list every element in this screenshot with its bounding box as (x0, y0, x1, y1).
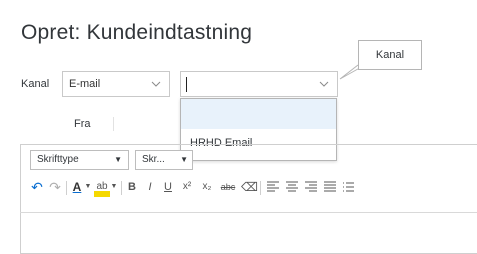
chevron-down-icon[interactable] (151, 77, 161, 93)
undo-icon[interactable]: ↶ (30, 177, 44, 197)
caret-down-icon: ▼ (114, 155, 122, 164)
fra-label: Fra (74, 118, 91, 130)
dropdown-item-empty[interactable] (181, 99, 336, 129)
dropdown-arrow-icon[interactable]: ▼ (84, 177, 92, 197)
font-family-select[interactable]: Skrifttype ▼ (30, 150, 129, 170)
kanal-select[interactable]: E-mail (62, 71, 170, 97)
page-title: Opret: Kundeindtastning (21, 21, 253, 44)
underline-icon[interactable]: U (161, 177, 175, 197)
editor-toolbar-divider (20, 212, 477, 213)
text-cursor (186, 77, 187, 92)
subscript-icon[interactable]: x₂ (199, 177, 215, 197)
font-size-select[interactable]: Skr... ▼ (135, 150, 193, 170)
kanal-address-combobox[interactable] (180, 71, 338, 97)
caret-down-icon: ▼ (180, 155, 188, 164)
align-center-icon[interactable] (285, 177, 299, 197)
kanal-tooltip: Kanal (358, 40, 422, 70)
divider (113, 117, 114, 131)
italic-icon[interactable]: I (143, 177, 157, 197)
toolbar-separator (121, 181, 122, 195)
font-color-icon[interactable]: A (70, 177, 84, 197)
align-right-icon[interactable] (304, 177, 318, 197)
kanal-select-value: E-mail (69, 78, 101, 90)
clear-formatting-icon[interactable]: ⌫ (241, 177, 258, 197)
strikethrough-icon[interactable]: abc (218, 177, 238, 197)
redo-icon[interactable]: ↷ (48, 177, 62, 197)
bullet-list-icon[interactable] (342, 177, 354, 197)
highlight-color-icon[interactable]: ab (94, 177, 110, 197)
align-justify-icon[interactable] (323, 177, 337, 197)
chevron-down-icon[interactable] (319, 77, 329, 93)
superscript-icon[interactable]: x² (179, 177, 195, 197)
toolbar-separator (66, 181, 67, 195)
bold-icon[interactable]: B (125, 177, 139, 197)
align-left-icon[interactable] (266, 177, 280, 197)
toolbar-separator (260, 181, 261, 195)
dropdown-arrow-icon[interactable]: ▼ (110, 177, 118, 197)
kanal-label: Kanal (21, 78, 50, 90)
